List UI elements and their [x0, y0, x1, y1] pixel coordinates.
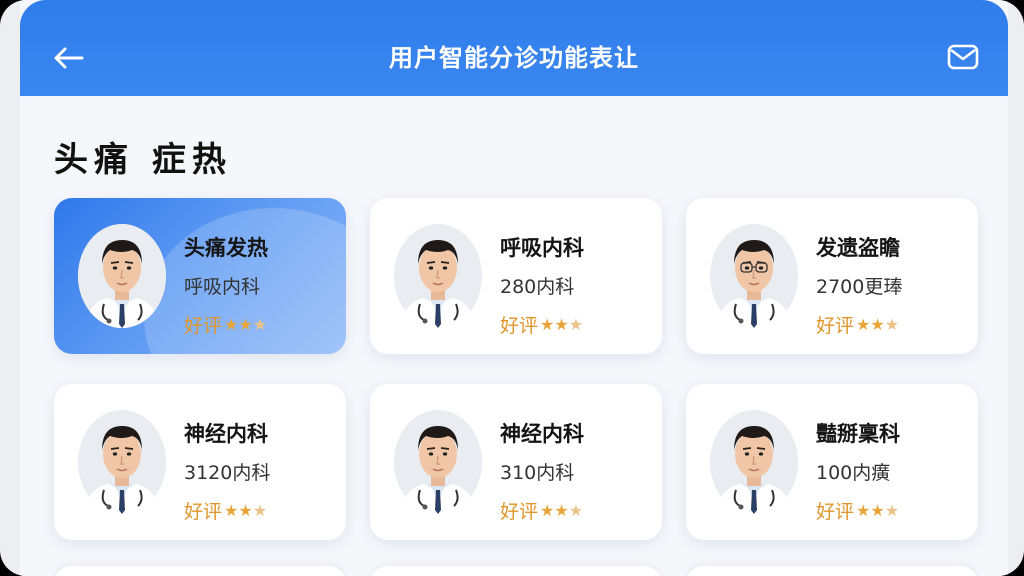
doctor-name: 发遗盗瞻 — [816, 236, 900, 260]
doctor-card[interactable]: 呼吸内科 280内科 好评 ★ ★ ★ — [370, 198, 662, 354]
doctor-card[interactable]: 神经内科 310内科 好评 ★ ★ ★ — [370, 384, 662, 540]
star-icon: ★ — [252, 501, 268, 520]
doctor-avatar — [710, 410, 798, 514]
star-icon: ★ — [856, 315, 871, 334]
doctor-name: 神经内科 — [184, 422, 268, 446]
star-icon: ★ — [884, 501, 900, 520]
star-icon: ★ — [856, 501, 871, 520]
doctor-rating: 好评 ★ ★ ★ — [500, 497, 584, 524]
doctor-card[interactable]: 头痛发热 呼吸内科 好评 ★ ★ ★ — [54, 198, 346, 354]
star-icon: ★ — [554, 501, 569, 520]
doctor-avatar — [394, 224, 482, 328]
mail-icon — [947, 44, 979, 70]
symptom-title: 头痛 症热 — [54, 140, 232, 180]
doctor-avatar — [710, 224, 798, 328]
doctor-portrait — [78, 224, 166, 328]
star-icon: ★ — [224, 501, 239, 520]
doctor-portrait — [78, 410, 166, 514]
app-screen: 用户智能分诊功能表让 头痛 症热 头痛发热 呼吸内科 好评 ★ ★ ★ 呼吸内科… — [20, 0, 1008, 576]
doctor-name: 头痛发热 — [184, 236, 268, 260]
doctor-rating: 好评 ★ ★ ★ — [816, 311, 902, 338]
peek-card — [54, 566, 346, 576]
star-icon: ★ — [554, 315, 569, 334]
rating-label: 好评 — [816, 501, 855, 523]
rating-label: 好评 — [184, 315, 223, 337]
doctor-department: 3120内科 — [184, 462, 271, 484]
rating-label: 好评 — [816, 315, 855, 337]
star-icon: ★ — [238, 501, 253, 520]
doctor-department: 280内科 — [500, 276, 575, 298]
star-icon: ★ — [870, 315, 885, 334]
doctor-info: 神经内科 3120内科 好评 ★ ★ ★ — [184, 418, 270, 524]
doctor-name: 豔掰稟科 — [816, 422, 900, 446]
star-icon: ★ — [884, 315, 900, 334]
star-icon: ★ — [540, 501, 555, 520]
doctor-name: 神经内科 — [500, 422, 584, 446]
doctor-department: 呼吸内科 — [184, 276, 261, 298]
doctor-department: 310内科 — [500, 462, 575, 484]
peek-card — [686, 566, 978, 576]
doctor-rating: 好评 ★ ★ ★ — [184, 497, 270, 524]
star-icon: ★ — [224, 315, 239, 334]
doctor-info: 头痛发热 呼吸内科 好评 ★ ★ ★ — [184, 232, 268, 338]
doctor-portrait — [394, 224, 482, 328]
doctor-portrait — [394, 410, 482, 514]
doctor-info: 神经内科 310内科 好评 ★ ★ ★ — [500, 418, 584, 524]
doctor-portrait — [710, 224, 798, 328]
doctor-avatar — [394, 410, 482, 514]
doctor-rating: 好评 ★ ★ ★ — [816, 497, 900, 524]
star-icon: ★ — [252, 315, 268, 334]
star-icon: ★ — [568, 315, 584, 334]
more-cards-peek — [54, 566, 978, 576]
doctor-department: 2700更琫 — [816, 276, 903, 298]
page-title: 用户智能分诊功能表让 — [389, 44, 639, 72]
doctor-card[interactable]: 发遗盗瞻 2700更琫 好评 ★ ★ ★ — [686, 198, 978, 354]
rating-label: 好评 — [184, 501, 223, 523]
doctor-card[interactable]: 豔掰稟科 100内癀 好评 ★ ★ ★ — [686, 384, 978, 540]
main-content: 头痛 症热 头痛发热 呼吸内科 好评 ★ ★ ★ 呼吸内科 280内科 好评 ★… — [20, 96, 1008, 576]
mail-button[interactable] — [946, 42, 980, 72]
rating-label: 好评 — [500, 315, 539, 337]
doctor-info: 豔掰稟科 100内癀 好评 ★ ★ ★ — [816, 418, 900, 524]
doctor-avatar — [78, 224, 166, 328]
doctor-department: 100内癀 — [816, 462, 891, 484]
device-frame: 用户智能分诊功能表让 头痛 症热 头痛发热 呼吸内科 好评 ★ ★ ★ 呼吸内科… — [0, 0, 1024, 576]
doctor-info: 呼吸内科 280内科 好评 ★ ★ ★ — [500, 232, 584, 338]
top-app-bar: 用户智能分诊功能表让 — [20, 0, 1008, 96]
star-icon: ★ — [540, 315, 555, 334]
doctor-portrait — [710, 410, 798, 514]
doctor-rating: 好评 ★ ★ ★ — [184, 311, 268, 338]
doctor-name: 呼吸内科 — [500, 236, 584, 260]
doctor-avatar — [78, 410, 166, 514]
peek-card — [370, 566, 662, 576]
star-icon: ★ — [568, 501, 584, 520]
doctor-rating: 好评 ★ ★ ★ — [500, 311, 584, 338]
star-icon: ★ — [870, 501, 885, 520]
rating-label: 好评 — [500, 501, 539, 523]
doctor-card[interactable]: 神经内科 3120内科 好评 ★ ★ ★ — [54, 384, 346, 540]
doctor-info: 发遗盗瞻 2700更琫 好评 ★ ★ ★ — [816, 232, 902, 338]
star-icon: ★ — [238, 315, 253, 334]
